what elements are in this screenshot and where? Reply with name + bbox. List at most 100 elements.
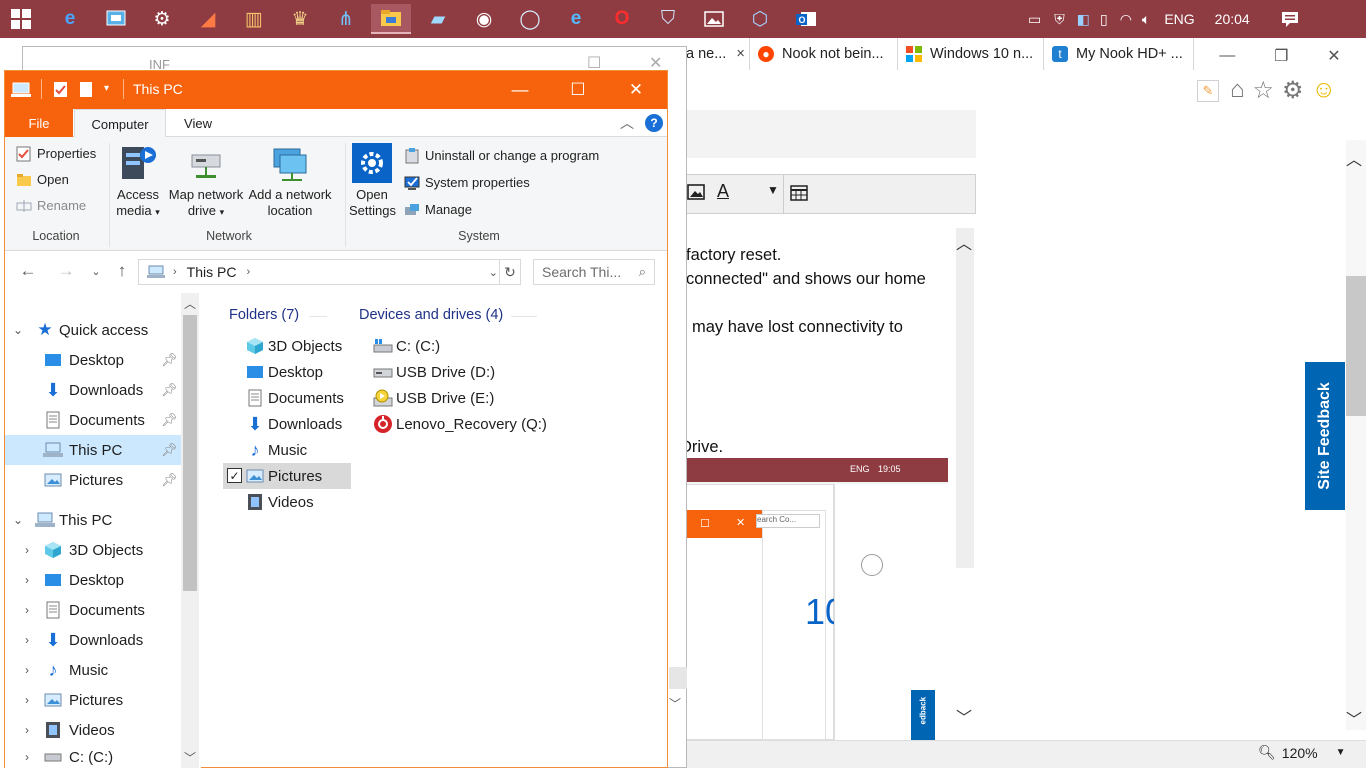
folder-3d-objects[interactable]: 3D Objects <box>245 333 342 359</box>
help-icon[interactable]: ? <box>645 114 663 132</box>
nav-pc-3d-objects[interactable]: › 3D Objects <box>5 535 181 565</box>
collapsed-chevron-icon[interactable]: › <box>25 603 29 617</box>
gear-icon[interactable]: ⚙ <box>147 4 177 34</box>
collapsed-chevron-icon[interactable]: › <box>25 750 29 764</box>
editor-scrollbar[interactable] <box>956 228 974 568</box>
smiley-feedback-icon[interactable]: ☺ <box>1312 76 1337 105</box>
nav-pc-c-drive[interactable]: › C: (C:) <box>5 745 181 768</box>
nav-pc-downloads[interactable]: › ⬇ Downloads <box>5 625 181 655</box>
clock[interactable]: 20:04 <box>1215 11 1250 27</box>
browser-tab[interactable]: a ne... × <box>686 38 750 70</box>
collapsed-chevron-icon[interactable]: › <box>25 543 29 557</box>
nav-quick-documents[interactable]: Documents 📌︎ <box>5 405 181 435</box>
breadcrumb-this-pc[interactable]: This PC <box>187 264 237 280</box>
folder-music[interactable]: ♪ Music <box>245 437 308 463</box>
refresh-icon[interactable]: ↻ <box>499 259 521 285</box>
properties-check-icon[interactable] <box>53 81 69 99</box>
page-scrollbar[interactable] <box>1346 140 1366 730</box>
nav-quick-downloads[interactable]: ⬇ Downloads 📌︎ <box>5 375 181 405</box>
drive-lenovo-recovery[interactable]: Lenovo_Recovery (Q:) <box>373 411 547 437</box>
folder-documents[interactable]: Documents <box>245 385 344 411</box>
edge-old-icon[interactable]: e <box>55 4 85 34</box>
camera-icon[interactable]: ◉ <box>469 4 499 34</box>
nav-scrollbar[interactable]: ︿ ﹀ <box>181 293 199 768</box>
ie-icon[interactable]: e <box>561 4 591 34</box>
open-settings-button[interactable]: Open Settings <box>349 143 396 219</box>
zoom-control[interactable]: 🔍︎ 120% ▼ <box>1258 744 1346 761</box>
note-icon[interactable]: ▰ <box>423 4 453 34</box>
maximize-icon[interactable]: ☐ <box>549 71 607 109</box>
pin-icon[interactable]: 📌︎ <box>161 382 178 398</box>
battery-icon[interactable]: ▭ <box>1028 11 1041 28</box>
outlook-tray-icon[interactable]: ◧ <box>1077 11 1090 28</box>
breadcrumb-chevron-icon[interactable]: › <box>246 266 250 278</box>
selection-checkbox-icon[interactable]: ✓ <box>227 468 242 483</box>
search-input[interactable]: Search Thi... ⌕ <box>533 259 655 285</box>
nav-pc-pictures[interactable]: › Pictures <box>5 685 181 715</box>
add-network-location-button[interactable]: Add a network location <box>245 143 335 219</box>
photos-icon[interactable] <box>699 4 729 34</box>
recent-locations-chevron-icon[interactable]: ⌄ <box>89 259 103 283</box>
nav-quick-desktop[interactable]: Desktop 📌︎ <box>5 345 181 375</box>
expand-chevron-icon[interactable]: ⌄ <box>13 323 23 337</box>
rename-button[interactable]: Rename <box>15 197 86 214</box>
opera-icon[interactable]: O <box>607 4 637 34</box>
nav-quick-this-pc[interactable]: This PC 📌︎ <box>5 435 181 465</box>
search-icon[interactable]: ⌕ <box>639 264 646 280</box>
start-icon[interactable] <box>6 4 36 34</box>
forward-arrow-icon[interactable]: → <box>55 259 77 283</box>
app-icon[interactable]: ♛ <box>285 4 315 34</box>
language-indicator[interactable]: ENG <box>1164 11 1194 27</box>
page-scroll-down-icon[interactable]: ﹀ <box>1346 706 1362 730</box>
restore-icon[interactable]: ❐ <box>1274 46 1288 66</box>
folder-icon[interactable] <box>371 4 411 34</box>
shield-app-icon[interactable]: ⛉ <box>653 4 683 34</box>
collapsed-chevron-icon[interactable]: › <box>25 663 29 677</box>
nav-pc-documents[interactable]: › Documents <box>5 595 181 625</box>
nav-scroll-up-icon[interactable]: ︿ <box>184 295 196 312</box>
address-bar[interactable]: › This PC › ⌄ ↻ <box>138 259 521 285</box>
office-icon[interactable]: ◢ <box>193 4 223 34</box>
page-scroll-up-icon[interactable]: ︿ <box>1346 146 1362 170</box>
collapsed-chevron-icon[interactable]: › <box>25 633 29 647</box>
nav-quick-access[interactable]: ⌄ ★ Quick access <box>5 315 181 345</box>
collapsed-chevron-icon[interactable]: › <box>25 693 29 707</box>
font-color-icon[interactable]: A <box>717 181 729 202</box>
up-arrow-icon[interactable]: ↑ <box>111 259 133 283</box>
close-tab-icon[interactable]: × <box>736 46 744 62</box>
tab-file[interactable]: File <box>5 109 73 137</box>
new-tab-icon[interactable]: ✎ <box>1197 80 1219 102</box>
close-icon[interactable]: ✕ <box>607 71 665 109</box>
scroll-down-icon[interactable]: ﹀ <box>956 704 972 728</box>
home-icon[interactable]: ⌂ <box>1230 76 1245 105</box>
open-button[interactable]: Open <box>15 171 69 188</box>
devices-group-header[interactable]: Devices and drives (4) <box>359 307 503 323</box>
access-media-button[interactable]: Access media ▾ <box>113 143 163 220</box>
tab-view[interactable]: View <box>167 109 229 137</box>
drive-c[interactable]: C: (C:) <box>373 333 440 359</box>
breadcrumb-chevron-icon[interactable]: › <box>173 266 177 278</box>
nav-scroll-down-icon[interactable]: ﹀ <box>184 749 196 766</box>
address-dropdown-icon[interactable]: ⌄ <box>489 266 498 279</box>
box-icon[interactable]: ⬡ <box>745 4 775 34</box>
volume-icon[interactable]: 🔈︎ <box>1142 11 1150 28</box>
properties-button[interactable]: Properties <box>15 145 96 162</box>
drive-usb-e[interactable]: USB Drive (E:) <box>373 385 494 411</box>
page-scrollbar-thumb[interactable] <box>1346 276 1366 416</box>
books-icon[interactable]: ▥ <box>239 4 269 34</box>
browser-tab[interactable]: ● Nook not bein... <box>750 38 898 70</box>
settings-gear-icon[interactable]: ⚙ <box>1282 76 1304 105</box>
nav-pc-desktop[interactable]: › Desktop <box>5 565 181 595</box>
minimize-icon[interactable]: — <box>1219 47 1235 65</box>
scroll-up-icon[interactable]: ︿ <box>956 230 972 254</box>
pin-icon[interactable]: 📌︎ <box>161 472 178 488</box>
tab-computer[interactable]: Computer <box>74 109 166 138</box>
system-properties-button[interactable]: System properties <box>403 174 530 191</box>
nav-scroll-thumb[interactable] <box>183 315 197 591</box>
wifi-icon[interactable]: ◠ <box>1120 11 1132 28</box>
pin-icon[interactable]: 📌︎ <box>161 352 178 368</box>
manage-button[interactable]: Manage <box>403 201 472 218</box>
browser-tab[interactable]: t My Nook HD+ ... <box>1044 38 1194 70</box>
folder-desktop[interactable]: Desktop <box>245 359 323 385</box>
minimize-icon[interactable]: — <box>491 71 549 109</box>
